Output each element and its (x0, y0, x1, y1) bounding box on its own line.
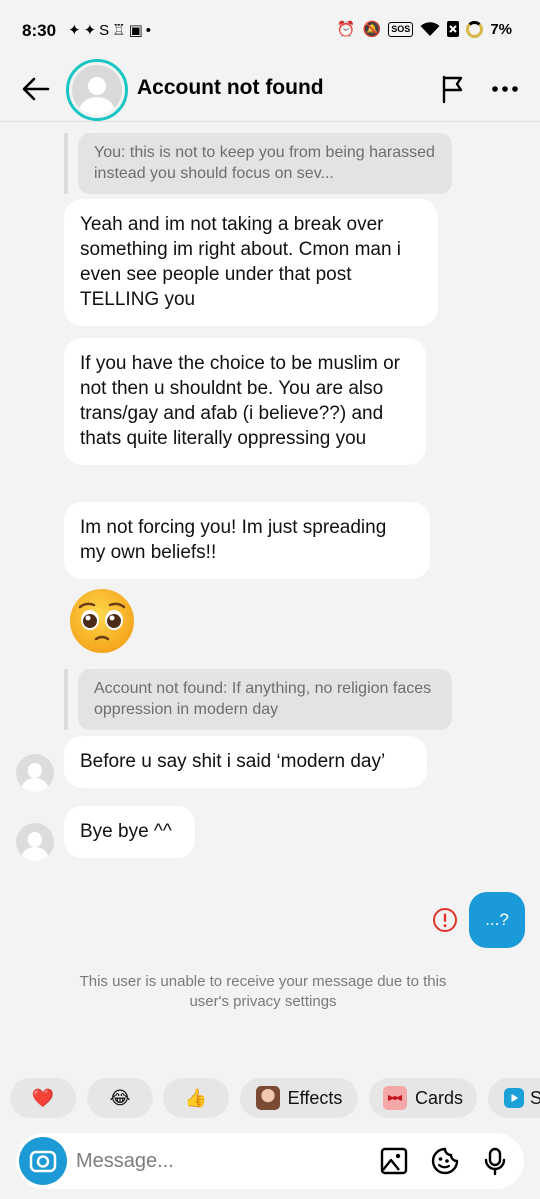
quote-text: You: this is not to keep you from being … (78, 133, 452, 194)
thumbs-up-reaction-chip[interactable]: 👍 (163, 1078, 229, 1118)
quote-text: Account not found: If anything, no relig… (78, 669, 452, 730)
reply-quote[interactable]: Account not found: If anything, no relig… (64, 669, 452, 730)
microphone-icon[interactable] (480, 1146, 510, 1176)
camera-icon (29, 1150, 57, 1173)
chat-header: Account not found (0, 56, 540, 122)
battery-percent: 7% (490, 20, 512, 38)
heart-icon: ❤️ (31, 1087, 55, 1108)
play-thumbnail-icon (504, 1088, 524, 1108)
sender-avatar[interactable] (16, 823, 54, 861)
chat-title[interactable]: Account not found (137, 76, 324, 100)
play-chip-label: S (530, 1087, 540, 1108)
alarm-icon: ⏰ (336, 21, 356, 38)
message-bubble[interactable]: Yeah and im not taking a break over some… (64, 199, 438, 326)
back-arrow-icon[interactable] (20, 73, 52, 105)
status-right-icons: ⏰ 🔕 SOS 7% (337, 20, 512, 38)
status-bar: 8:30 ✦✦S♖▣• ⏰ 🔕 SOS 7% (0, 0, 540, 62)
play-chip[interactable]: S (488, 1078, 540, 1118)
reply-quote[interactable]: You: this is not to keep you from being … (64, 133, 452, 194)
message-composer (16, 1133, 524, 1189)
flag-icon[interactable] (437, 73, 469, 105)
effects-label: Effects (287, 1087, 343, 1108)
battery-icon (466, 20, 484, 38)
effects-thumbnail-icon (255, 1086, 280, 1110)
sos-indicator: SOS (388, 21, 414, 37)
sticker-icon[interactable] (430, 1146, 460, 1176)
pleading-face-icon[interactable] (66, 588, 138, 654)
message-bubble[interactable]: Before u say shit i said ‘modern day’ (64, 736, 427, 788)
message-bubble[interactable]: Im not forcing you! Im just spreading my… (64, 502, 430, 579)
quick-actions-row: ❤️ 😂 👍 Effects Cards S (10, 1078, 540, 1118)
wifi-icon (420, 22, 440, 36)
default-avatar-icon (72, 65, 122, 115)
data-saver-icon (447, 21, 460, 37)
heart-reaction-chip[interactable]: ❤️ (10, 1078, 76, 1118)
sent-message-bubble[interactable]: ...? (469, 892, 525, 948)
notification-icons: ✦✦S♖▣• (68, 22, 155, 39)
mute-icon: 🔕 (362, 21, 382, 38)
more-options-icon[interactable] (489, 75, 521, 103)
message-bubble[interactable]: If you have the choice to be muslim or n… (64, 338, 426, 465)
sender-avatar[interactable] (16, 754, 54, 792)
cards-chip[interactable]: Cards (369, 1078, 477, 1118)
laughing-face-icon: 😂 (109, 1087, 131, 1108)
send-error-icon[interactable] (432, 907, 458, 933)
camera-button[interactable] (19, 1137, 67, 1185)
status-time: 8:30 (22, 21, 57, 40)
gallery-icon[interactable] (379, 1146, 409, 1176)
message-input[interactable] (76, 1143, 366, 1179)
cards-label: Cards (414, 1087, 463, 1108)
laughing-reaction-chip[interactable]: 😂 (87, 1078, 153, 1118)
message-bubble[interactable]: Bye bye ^^ (64, 806, 195, 858)
privacy-notice: This user is unable to receive your mess… (79, 973, 447, 1010)
profile-avatar[interactable] (66, 59, 128, 121)
effects-chip[interactable]: Effects (240, 1078, 358, 1118)
cards-thumbnail-icon (382, 1086, 407, 1110)
thumbs-up-icon: 👍 (184, 1087, 208, 1108)
